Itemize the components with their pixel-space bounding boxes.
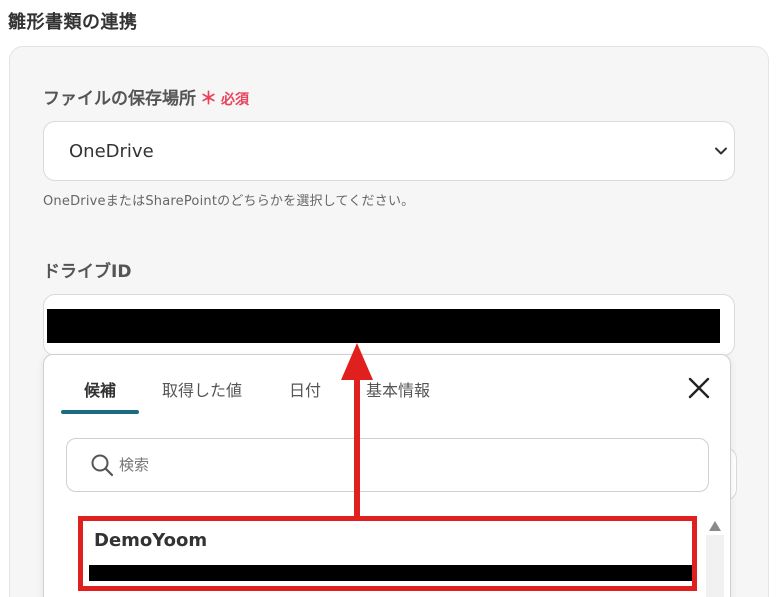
required-mark: ＊ [200, 89, 217, 109]
active-tab-indicator [61, 410, 139, 414]
chevron-down-icon [715, 147, 727, 155]
triangle-up-icon[interactable] [708, 520, 722, 532]
tab-basic-info[interactable]: 基本情報 [366, 377, 430, 401]
tab-fetched-values[interactable]: 取得した値 [162, 377, 242, 401]
redacted-value [47, 309, 720, 343]
storage-select[interactable]: OneDrive [43, 121, 735, 181]
tab-date[interactable]: 日付 [289, 377, 321, 401]
search-icon [91, 454, 114, 477]
tab-candidates[interactable]: 候補 [84, 377, 116, 401]
popup-scrollbar[interactable] [706, 535, 724, 597]
search-input[interactable] [119, 452, 679, 478]
storage-help-text: OneDriveまたはSharePointのどちらかを選択してください。 [43, 194, 415, 209]
storage-label: ファイルの保存場所＊必須 [43, 84, 249, 109]
required-text: 必須 [221, 92, 249, 108]
drive-id-label: ドライブID [43, 262, 132, 282]
storage-select-value: OneDrive [69, 141, 154, 162]
storage-label-text: ファイルの保存場所 [43, 89, 196, 109]
close-icon[interactable] [686, 375, 712, 401]
popup-tabs: 候補 取得した値 日付 基本情報 [44, 355, 730, 415]
search-box [66, 438, 709, 492]
section-title: 雛形書類の連携 [8, 12, 138, 33]
annotation-highlight-box [78, 516, 697, 591]
